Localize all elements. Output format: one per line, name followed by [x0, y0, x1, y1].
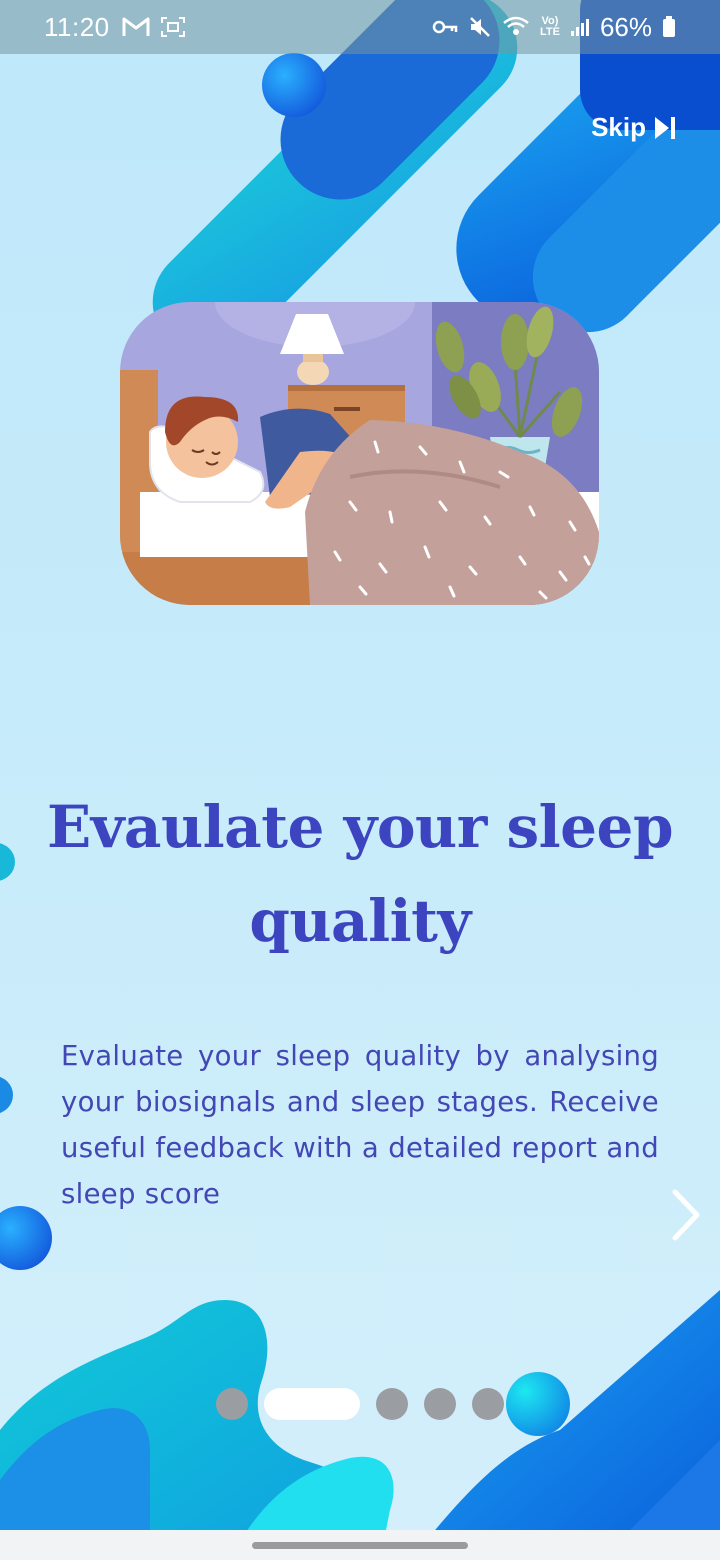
skip-label: Skip	[591, 112, 646, 142]
chevron-right-icon	[670, 1188, 702, 1242]
page-title: Evaulate your sleep quality	[46, 793, 674, 955]
vpn-key-icon	[432, 19, 458, 35]
volte-icon: Vo) LTE	[539, 15, 560, 38]
sleeping-man-illustration	[120, 302, 599, 605]
next-button[interactable]	[670, 1188, 702, 1247]
battery-percent: 66%	[599, 11, 652, 42]
page-dot-5[interactable]	[472, 1388, 504, 1420]
skip-button[interactable]: Skip	[591, 112, 678, 143]
battery-icon	[662, 16, 676, 38]
page-description: Evaluate your sleep quality by analysing…	[61, 1040, 659, 1210]
status-bar: 11:20 Vo) LTE 66%	[0, 0, 720, 54]
status-left-icons	[122, 16, 186, 38]
page-dot-2-active[interactable]	[264, 1388, 360, 1420]
navigation-bar	[0, 1530, 720, 1560]
page-dot-3[interactable]	[376, 1388, 408, 1420]
home-gesture-handle[interactable]	[252, 1541, 468, 1549]
signal-icon	[570, 17, 590, 37]
gmail-icon	[122, 16, 150, 38]
mute-icon	[468, 15, 492, 39]
screen-capture-icon	[160, 16, 186, 38]
page-indicator	[216, 1388, 504, 1420]
page-dot-1[interactable]	[216, 1388, 248, 1420]
status-right-icons: Vo) LTE 66%	[432, 12, 676, 43]
status-time: 11:20	[44, 11, 110, 42]
skip-next-icon	[652, 115, 678, 141]
page-dot-4[interactable]	[424, 1388, 456, 1420]
wifi-icon	[502, 15, 530, 39]
